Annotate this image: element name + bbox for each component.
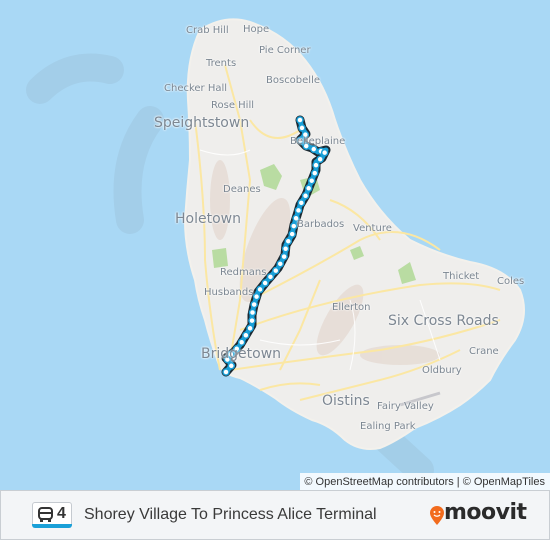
place-label: Redmans xyxy=(220,267,267,278)
bus-stop-marker[interactable] xyxy=(237,338,246,347)
bus-stop-marker[interactable] xyxy=(250,300,258,309)
bus-stop-marker[interactable] xyxy=(298,124,306,132)
place-label: Barbados xyxy=(297,219,345,230)
place-label: Speightstown xyxy=(154,115,250,131)
place-label: Deanes xyxy=(223,184,261,195)
bus-stop-marker[interactable] xyxy=(310,145,318,153)
bus-stop-marker[interactable] xyxy=(297,199,306,207)
place-label: Crab Hill xyxy=(186,25,229,36)
bus-stop-marker[interactable] xyxy=(246,324,254,332)
bus-stop-marker[interactable] xyxy=(312,161,320,169)
place-label: Boscobelle xyxy=(266,75,321,86)
place-label: Trents xyxy=(206,58,237,69)
bus-stop-marker[interactable] xyxy=(248,316,256,325)
place-label: Ellerton xyxy=(332,302,371,313)
bus-stop-marker[interactable] xyxy=(256,285,264,294)
bus-stop-marker[interactable] xyxy=(242,331,250,339)
place-label: Coles xyxy=(497,276,525,287)
bus-stop-marker[interactable] xyxy=(288,230,296,238)
place-label: Oistins xyxy=(322,393,370,409)
bus-stop-marker[interactable] xyxy=(222,368,230,376)
route-badge[interactable]: 4 xyxy=(32,502,72,528)
route-footer: 4 Shorey Village To Princess Alice Termi… xyxy=(0,490,550,540)
bus-stop-marker[interactable] xyxy=(266,273,275,281)
route-number: 4 xyxy=(57,505,66,522)
bus-stop-marker[interactable] xyxy=(301,192,310,200)
place-label: Belleplaine xyxy=(290,136,346,147)
bus-icon xyxy=(38,507,53,522)
route-title: Shorey Village To Princess Alice Termina… xyxy=(84,506,377,523)
place-label: Fairy Valley xyxy=(377,401,434,412)
bus-stop-marker[interactable] xyxy=(296,116,304,124)
bus-stop-marker[interactable] xyxy=(316,155,324,163)
route-color-bar xyxy=(32,524,72,528)
place-label: Venture xyxy=(353,223,392,234)
place-label: Oldbury xyxy=(422,365,462,376)
place-label: Holetown xyxy=(175,211,241,227)
bus-stop-marker[interactable] xyxy=(252,292,261,301)
moovit-wordmark: moovit xyxy=(444,500,527,525)
bus-stop-marker[interactable] xyxy=(294,206,303,215)
map-attribution[interactable]: © OpenStreetMap contributors | © OpenMap… xyxy=(300,473,550,491)
route-map[interactable] xyxy=(0,0,550,490)
place-label: Bridgetown xyxy=(201,346,282,362)
bus-stop-marker[interactable] xyxy=(307,176,316,185)
place-label: Husbands xyxy=(204,287,254,298)
bus-stop-marker[interactable] xyxy=(261,279,269,287)
place-label: Thicket xyxy=(443,271,480,282)
place-label: Crane xyxy=(469,346,499,357)
place-label: Rose Hill xyxy=(211,100,255,111)
place-label: Hope xyxy=(243,24,270,35)
place-label: Pie Corner xyxy=(259,45,311,56)
bus-stop-marker[interactable] xyxy=(248,308,257,317)
bus-stop-marker[interactable] xyxy=(280,252,288,261)
place-label: Ealing Park xyxy=(360,421,416,432)
bus-stop-marker[interactable] xyxy=(227,362,236,370)
bus-stop-marker[interactable] xyxy=(284,237,293,245)
place-label: Checker Hall xyxy=(164,83,228,94)
bus-stop-marker[interactable] xyxy=(304,184,313,193)
bus-stop-marker[interactable] xyxy=(311,169,319,177)
bus-stop-marker[interactable] xyxy=(272,266,280,275)
bus-stop-marker[interactable] xyxy=(281,244,290,253)
moovit-pin-icon xyxy=(430,506,444,525)
bus-stop-marker[interactable] xyxy=(320,148,329,157)
bus-stop-marker[interactable] xyxy=(290,222,298,230)
bus-stop-marker[interactable] xyxy=(276,260,284,268)
place-label: Six Cross Roads xyxy=(388,313,499,329)
